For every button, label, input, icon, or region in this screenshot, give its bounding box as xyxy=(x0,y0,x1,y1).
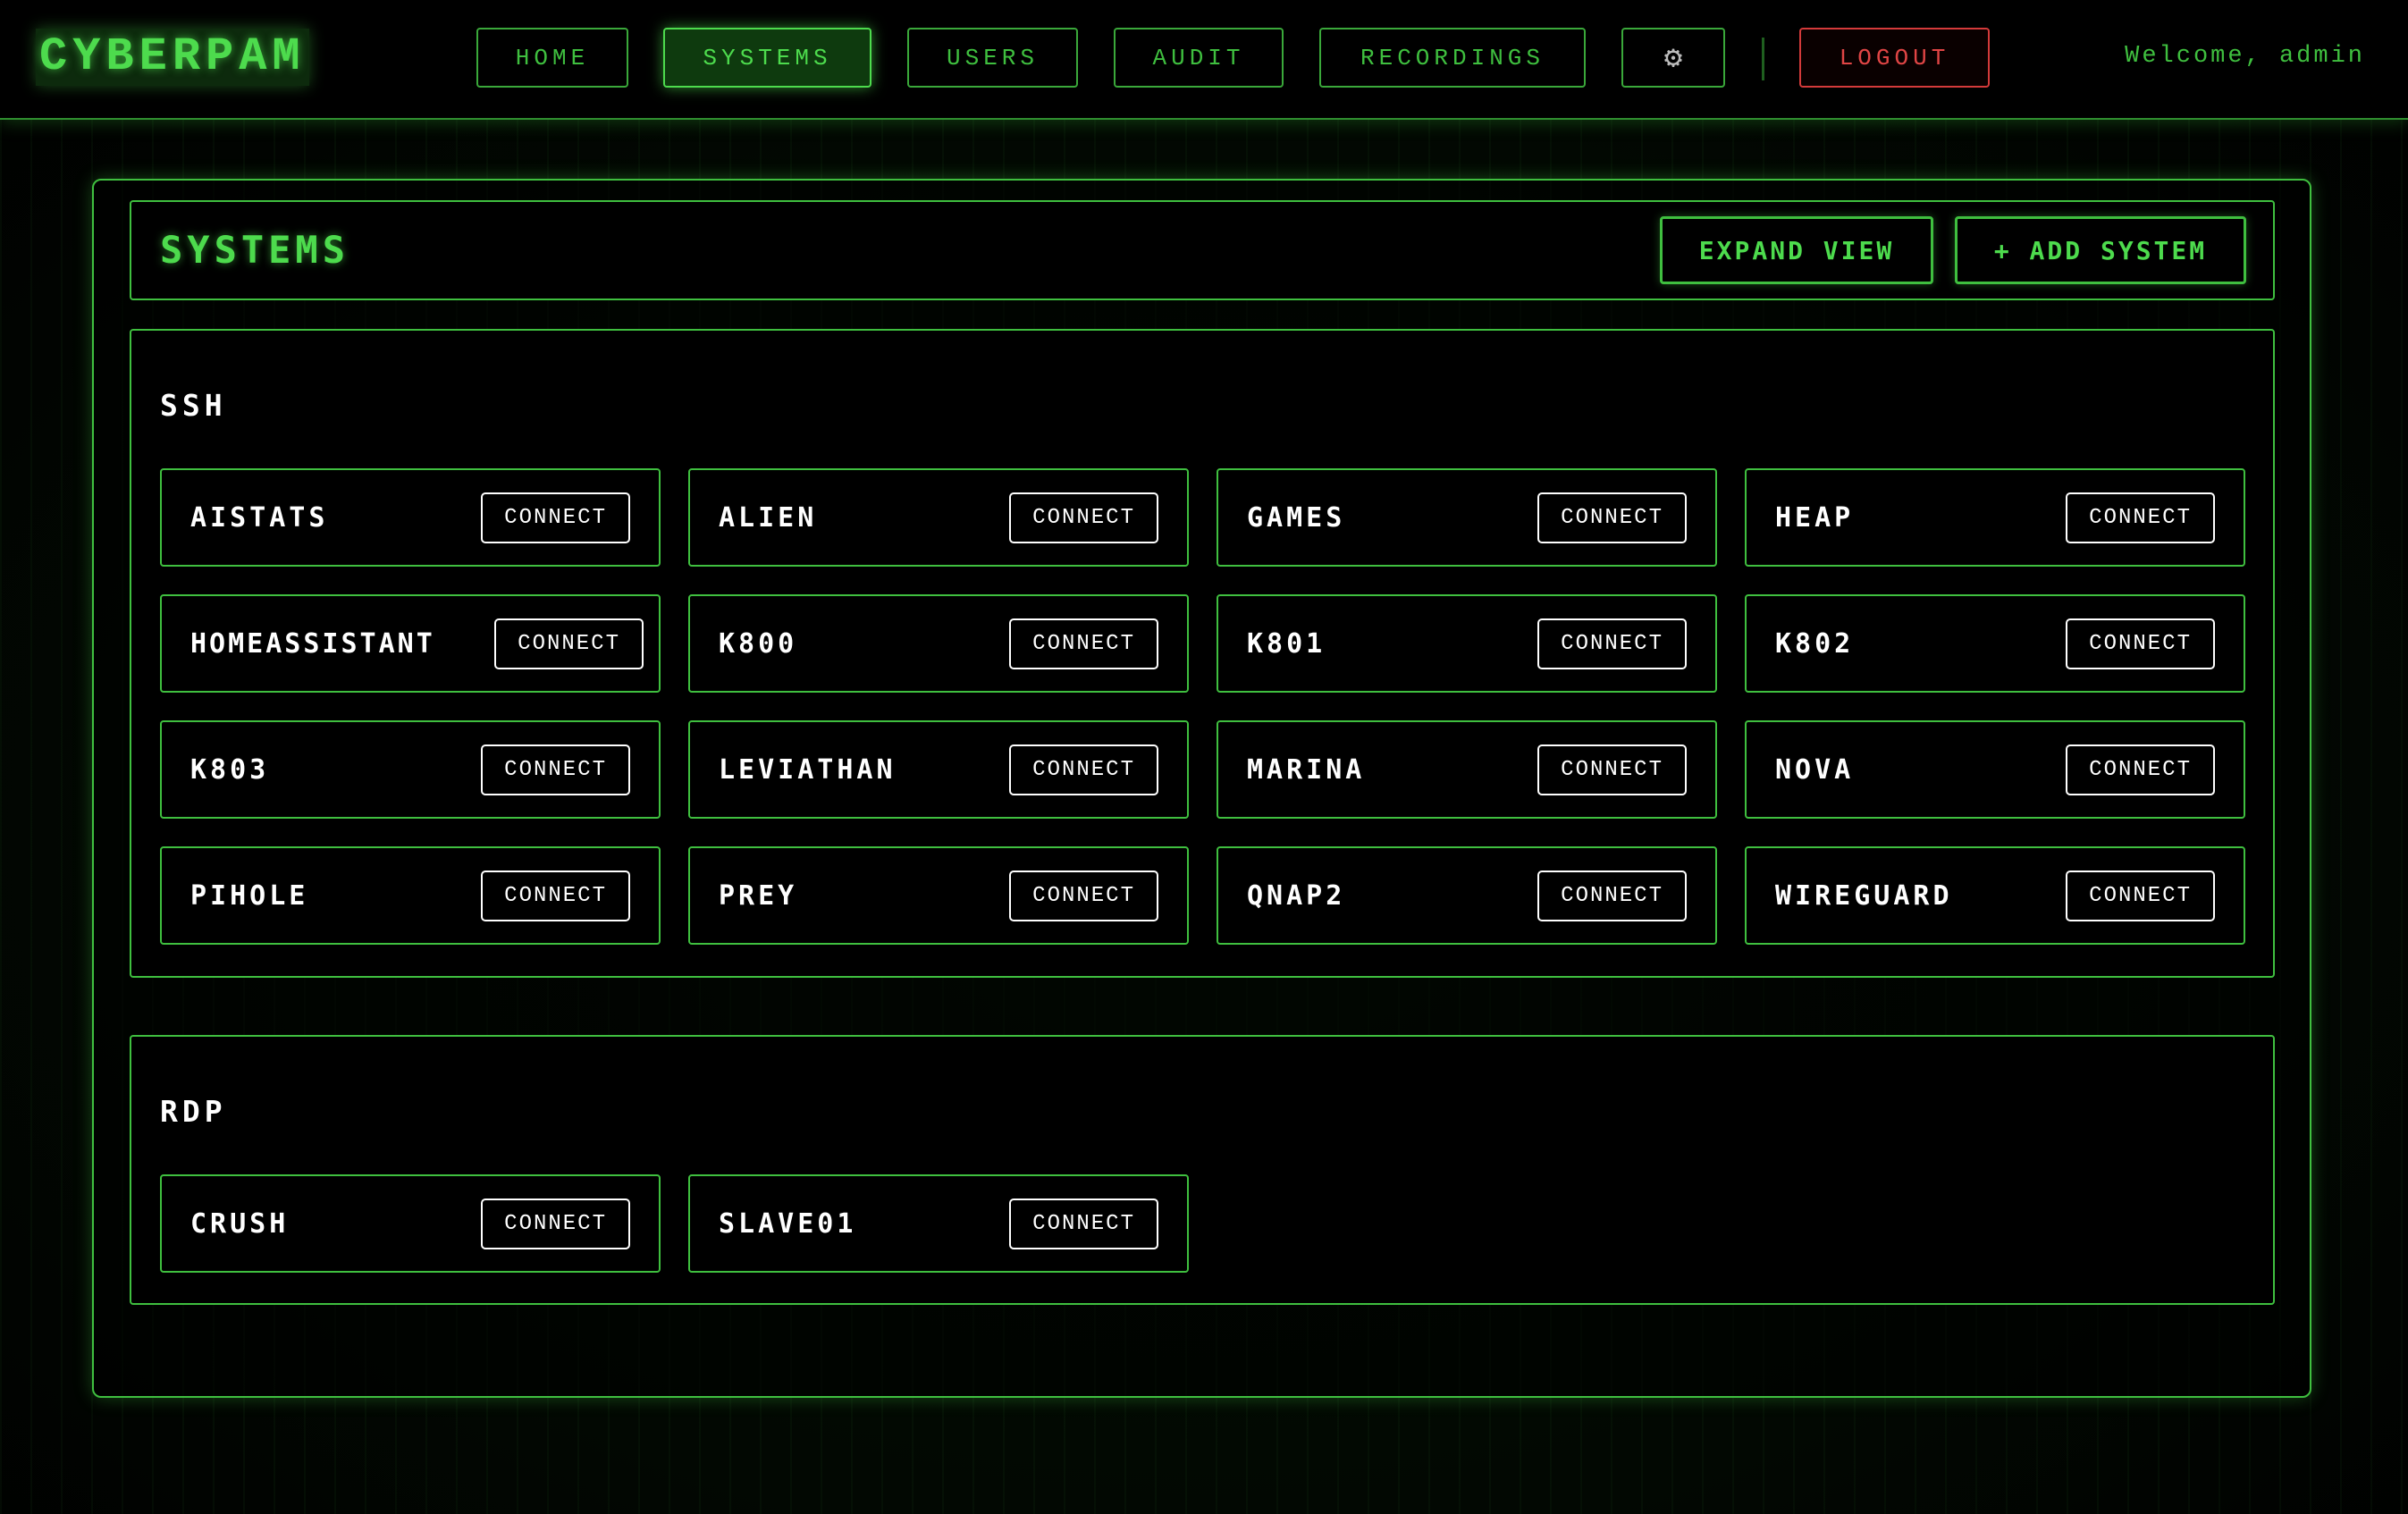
system-name: HEAP xyxy=(1775,501,1855,534)
system-card: ALIEN CONNECT xyxy=(688,468,1189,567)
connect-button[interactable]: CONNECT xyxy=(2066,492,2215,543)
system-name: HOMEASSISTANT xyxy=(190,627,435,660)
page-title: SYSTEMS xyxy=(160,228,350,272)
connect-button[interactable]: CONNECT xyxy=(1537,744,1687,795)
connect-button[interactable]: CONNECT xyxy=(1537,870,1687,921)
system-card: K800 CONNECT xyxy=(688,594,1189,693)
nav-home-button[interactable]: HOME xyxy=(476,28,628,88)
system-card: NOVA CONNECT xyxy=(1745,720,2245,819)
connect-button[interactable]: CONNECT xyxy=(2066,618,2215,669)
system-name: AISTATS xyxy=(190,501,329,534)
system-name: K803 xyxy=(190,753,270,786)
system-name: PIHOLE xyxy=(190,879,309,912)
rdp-systems-grid: CRUSH CONNECT SLAVE01 CONNECT xyxy=(160,1174,2245,1273)
system-card: QNAP2 CONNECT xyxy=(1217,846,1717,945)
system-name: ALIEN xyxy=(719,501,818,534)
connect-button[interactable]: CONNECT xyxy=(1537,492,1687,543)
connect-button[interactable]: CONNECT xyxy=(494,618,644,669)
group-title-rdp: RDP xyxy=(160,1094,227,1129)
add-system-button[interactable]: + ADD SYSTEM xyxy=(1955,216,2246,284)
connect-button[interactable]: CONNECT xyxy=(481,1198,630,1249)
system-name: WIREGUARD xyxy=(1775,879,1953,912)
connect-button[interactable]: CONNECT xyxy=(481,744,630,795)
connect-button[interactable]: CONNECT xyxy=(1009,492,1158,543)
system-card: K801 CONNECT xyxy=(1217,594,1717,693)
top-navigation-bar: CYBERPAM HOME SYSTEMS USERS AUDIT RECORD… xyxy=(0,0,2408,120)
nav-users-button[interactable]: USERS xyxy=(907,28,1078,88)
app-logo[interactable]: CYBERPAM xyxy=(36,29,309,86)
system-name: LEVIATHAN xyxy=(719,753,897,786)
ssh-group: SSH AISTATS CONNECT ALIEN CONNECT GAMES CON… xyxy=(130,329,2275,978)
connect-button[interactable]: CONNECT xyxy=(481,492,630,543)
system-card: MARINA CONNECT xyxy=(1217,720,1717,819)
nav-systems-button[interactable]: SYSTEMS xyxy=(663,28,871,88)
welcome-message: Welcome, admin xyxy=(2125,43,2365,70)
system-card: WIREGUARD CONNECT xyxy=(1745,846,2245,945)
system-card: K802 CONNECT xyxy=(1745,594,2245,693)
connect-button[interactable]: CONNECT xyxy=(481,870,630,921)
system-card: HOMEASSISTANT CONNECT xyxy=(160,594,661,693)
settings-gear-button[interactable]: ⚙ xyxy=(1621,28,1725,88)
system-card: HEAP CONNECT xyxy=(1745,468,2245,567)
systems-panel: SYSTEMS EXPAND VIEW + ADD SYSTEM SSH AIS… xyxy=(92,179,2311,1398)
system-name: K801 xyxy=(1247,627,1326,660)
gear-icon: ⚙ xyxy=(1663,42,1683,77)
system-name: QNAP2 xyxy=(1247,879,1346,912)
connect-button[interactable]: CONNECT xyxy=(2066,744,2215,795)
system-card: AISTATS CONNECT xyxy=(160,468,661,567)
rdp-group: RDP CRUSH CONNECT SLAVE01 CONNECT xyxy=(130,1035,2275,1305)
nav-audit-button[interactable]: AUDIT xyxy=(1114,28,1284,88)
system-name: NOVA xyxy=(1775,753,1855,786)
system-name: PREY xyxy=(719,879,798,912)
system-card: PIHOLE CONNECT xyxy=(160,846,661,945)
connect-button[interactable]: CONNECT xyxy=(1009,1198,1158,1249)
connect-button[interactable]: CONNECT xyxy=(1537,618,1687,669)
nav-separator xyxy=(1762,38,1764,80)
system-card: PREY CONNECT xyxy=(688,846,1189,945)
system-name: GAMES xyxy=(1247,501,1346,534)
system-name: MARINA xyxy=(1247,753,1366,786)
system-name: K800 xyxy=(719,627,798,660)
group-title-ssh: SSH xyxy=(160,388,227,423)
connect-button[interactable]: CONNECT xyxy=(2066,870,2215,921)
system-card: LEVIATHAN CONNECT xyxy=(688,720,1189,819)
systems-header: SYSTEMS EXPAND VIEW + ADD SYSTEM xyxy=(130,200,2275,300)
system-card: GAMES CONNECT xyxy=(1217,468,1717,567)
connect-button[interactable]: CONNECT xyxy=(1009,618,1158,669)
connect-button[interactable]: CONNECT xyxy=(1009,870,1158,921)
system-name: SLAVE01 xyxy=(719,1207,857,1240)
ssh-systems-grid: AISTATS CONNECT ALIEN CONNECT GAMES CONNECT… xyxy=(160,468,2245,945)
system-name: CRUSH xyxy=(190,1207,290,1240)
system-name: K802 xyxy=(1775,627,1855,660)
expand-view-button[interactable]: EXPAND VIEW xyxy=(1660,216,1933,284)
logout-button[interactable]: LOGOUT xyxy=(1799,28,1990,88)
system-card: SLAVE01 CONNECT xyxy=(688,1174,1189,1273)
nav-recordings-button[interactable]: RECORDINGS xyxy=(1319,28,1586,88)
connect-button[interactable]: CONNECT xyxy=(1009,744,1158,795)
system-card: CRUSH CONNECT xyxy=(160,1174,661,1273)
system-card: K803 CONNECT xyxy=(160,720,661,819)
